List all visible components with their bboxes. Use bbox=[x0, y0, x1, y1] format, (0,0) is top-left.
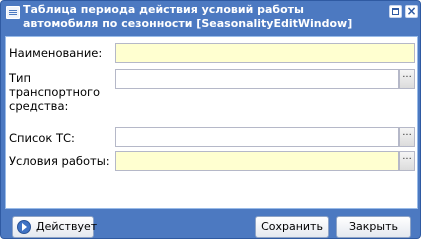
vehicle-list-trigger-button[interactable]: ··· bbox=[399, 127, 415, 147]
play-icon bbox=[17, 220, 31, 234]
ellipsis-icon: ··· bbox=[402, 154, 412, 165]
vehicle-list-input[interactable] bbox=[116, 130, 398, 149]
work-conditions-input[interactable] bbox=[116, 154, 398, 173]
ellipsis-icon: ··· bbox=[402, 130, 412, 141]
name-field[interactable] bbox=[115, 43, 415, 65]
vehicle-type-input[interactable] bbox=[116, 72, 398, 91]
seasonality-edit-window: Таблица периода действия условий работы … bbox=[0, 0, 421, 239]
window-title: Таблица периода действия условий работы … bbox=[23, 3, 353, 30]
save-button[interactable]: Сохранить bbox=[255, 216, 329, 238]
close-button-label: Закрыть bbox=[349, 220, 398, 233]
name-label: Наименование: bbox=[9, 46, 103, 60]
window-icon bbox=[6, 6, 20, 19]
title-bar[interactable]: Таблица периода действия условий работы … bbox=[1, 1, 420, 36]
work-conditions-label: Условия работы: bbox=[9, 154, 110, 168]
work-conditions-field[interactable] bbox=[115, 151, 399, 173]
close-icon[interactable]: × bbox=[405, 4, 418, 18]
vehicle-type-trigger-button[interactable]: ··· bbox=[399, 69, 415, 89]
vehicle-type-field[interactable] bbox=[115, 69, 399, 91]
save-button-label: Сохранить bbox=[261, 220, 323, 233]
vehicle-list-label: Список ТС: bbox=[9, 131, 75, 145]
status-button[interactable]: Действует bbox=[12, 216, 98, 238]
vehicle-list-field[interactable] bbox=[115, 127, 399, 149]
form-panel: Наименование: Тип транспортного средства… bbox=[5, 36, 418, 209]
ellipsis-icon: ··· bbox=[402, 72, 412, 83]
work-conditions-trigger-button[interactable]: ··· bbox=[399, 151, 415, 171]
status-button-label: Действует bbox=[36, 220, 98, 233]
maximize-icon[interactable] bbox=[389, 5, 402, 18]
vehicle-type-label: Тип транспортного средства: bbox=[9, 71, 101, 113]
close-button[interactable]: Закрыть bbox=[336, 216, 411, 238]
name-input[interactable] bbox=[116, 46, 414, 65]
